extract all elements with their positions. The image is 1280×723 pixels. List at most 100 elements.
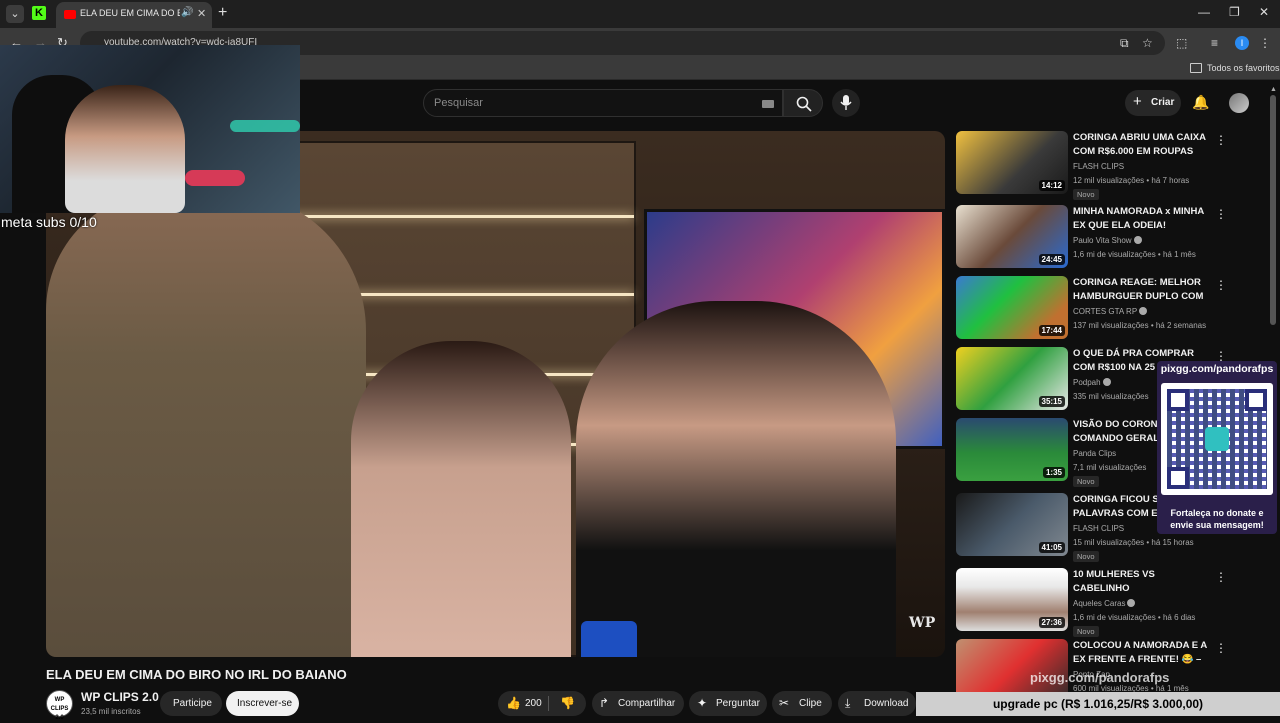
- donation-overlay: pixgg.com/pandorafps Fortaleça no donate…: [1157, 361, 1277, 534]
- video-thumbnail[interactable]: 1:35: [956, 418, 1068, 481]
- video-thumbnail[interactable]: 35:15: [956, 347, 1068, 410]
- more-options-icon[interactable]: ⋮: [1215, 641, 1227, 655]
- duration-badge: 41:05: [1038, 542, 1065, 553]
- recommendation-channel[interactable]: Panda Clips: [1073, 449, 1116, 458]
- like-icon[interactable]: 👍: [506, 696, 521, 710]
- minimize-icon[interactable]: —: [1198, 5, 1210, 19]
- video-thumbnail[interactable]: 41:05: [956, 493, 1068, 556]
- video-thumbnail[interactable]: 14:12: [956, 131, 1068, 194]
- streamer-webcam-overlay: [0, 45, 300, 213]
- share-label: Compartilhar: [618, 698, 676, 709]
- recommendation-channel[interactable]: Aqueles Caras: [1073, 599, 1136, 608]
- qr-code: [1161, 383, 1273, 495]
- qr-corner: [1167, 389, 1189, 411]
- window-close-icon[interactable]: ✕: [1259, 5, 1269, 19]
- donation-goal-bar: upgrade pc (R$ 1.016,25/R$ 3.000,00): [916, 692, 1280, 716]
- search-input[interactable]: Pesquisar: [423, 89, 783, 117]
- recommendation-title[interactable]: COLOCOU A NAMORADA E A EX FRENTE A FRENT…: [1073, 639, 1213, 667]
- duration-badge: 1:35: [1042, 467, 1065, 478]
- browser-menu-icon[interactable]: ⋮: [1259, 36, 1271, 50]
- download-button[interactable]: ⤓ Download: [838, 691, 916, 716]
- profile-avatar[interactable]: I: [1235, 36, 1249, 50]
- search-button[interactable]: [783, 89, 823, 117]
- tab-search-icon[interactable]: ⌄: [6, 5, 24, 23]
- create-button[interactable]: + Criar: [1125, 90, 1181, 116]
- channel-subscribers: 23,5 mil inscritos: [81, 707, 141, 716]
- more-options-icon[interactable]: ⋮: [1215, 133, 1227, 147]
- plus-icon: +: [1133, 93, 1142, 110]
- sidebar-scrollbar[interactable]: [1270, 95, 1276, 325]
- active-tab[interactable]: ELA DEU EM CIMA DO BIRO 🔊 ✕: [56, 2, 212, 28]
- video-frame-person-left: [46, 191, 366, 657]
- extensions-icon[interactable]: ⬚: [1176, 36, 1187, 50]
- notifications-bell-icon[interactable]: 🔔: [1192, 94, 1209, 111]
- more-options-icon[interactable]: ⋮: [1215, 570, 1227, 584]
- verified-icon: [1102, 378, 1111, 386]
- subscribe-button[interactable]: Inscrever-se: [226, 691, 299, 716]
- download-label: Download: [864, 698, 909, 709]
- create-label: Criar: [1151, 97, 1175, 108]
- video-title: ELA DEU EM CIMA DO BIRO NO IRL DO BAIANO: [46, 667, 347, 682]
- ask-button[interactable]: ✦ Perguntar: [689, 691, 767, 716]
- search-icon: [796, 96, 812, 112]
- account-avatar[interactable]: [1229, 93, 1249, 113]
- donation-message: Fortaleça no donate e envie sua mensagem…: [1170, 508, 1264, 530]
- subscribe-label: Inscrever-se: [237, 698, 293, 709]
- duration-badge: 14:12: [1038, 180, 1065, 191]
- like-dislike-group: 👍 200 👎: [498, 691, 586, 716]
- recommendation-item[interactable]: 17:44 CORINGA REAGE: MELHOR HAMBURGUER D…: [956, 276, 1256, 342]
- recommendation-item[interactable]: 14:12 CORINGA ABRIU UMA CAIXA COM R$6.00…: [956, 131, 1256, 200]
- recommendation-channel[interactable]: Paulo Vita Show: [1073, 236, 1142, 245]
- like-divider: [548, 696, 549, 711]
- all-bookmarks-link[interactable]: Todos os favoritos: [1207, 63, 1280, 73]
- share-button[interactable]: ↱ Compartilhar: [592, 691, 684, 716]
- more-options-icon[interactable]: ⋮: [1215, 207, 1227, 221]
- recommendation-title[interactable]: CORINGA ABRIU UMA CAIXA COM R$6.000 EM R…: [1073, 131, 1213, 159]
- like-count[interactable]: 200: [525, 698, 542, 709]
- video-thumbnail[interactable]: 24:45: [956, 205, 1068, 268]
- speaker-icon[interactable]: 🔊: [181, 7, 193, 18]
- recommendation-title[interactable]: 10 MULHERES VS CABELINHO: [1073, 568, 1213, 596]
- recommendation-channel[interactable]: Podpah: [1073, 378, 1111, 387]
- join-button[interactable]: Participe: [160, 691, 222, 716]
- restore-icon[interactable]: ❐: [1229, 5, 1240, 19]
- recommendation-item[interactable]: 24:45 MINHA NAMORADA x MINHA EX QUE ELA …: [956, 205, 1256, 271]
- subscriber-goal-text: meta subs 0/10: [1, 214, 97, 230]
- new-tab-icon[interactable]: +: [218, 4, 227, 22]
- search-placeholder: Pesquisar: [434, 97, 483, 109]
- channel-avatar[interactable]: WP CLIPS 2.0: [46, 690, 73, 721]
- channel-name-text: Paulo Vita Show: [1073, 236, 1132, 245]
- dislike-icon[interactable]: 👎: [560, 696, 575, 710]
- clip-button[interactable]: ✂ Clipe: [772, 691, 832, 716]
- bookmark-star-icon[interactable]: ☆: [1142, 36, 1153, 50]
- recommendation-title[interactable]: CORINGA REAGE: MELHOR HAMBURGUER DUPLO C…: [1073, 276, 1213, 304]
- recommendation-item[interactable]: 27:36 10 MULHERES VS CABELINHO Aqueles C…: [956, 568, 1256, 637]
- recommendation-meta: 7,1 mil visualizações: [1073, 463, 1147, 472]
- recommendation-channel[interactable]: CORTES GTA RP: [1073, 307, 1148, 316]
- channel-name[interactable]: WP CLIPS 2.0: [81, 690, 159, 704]
- media-control-icon[interactable]: ≡: [1211, 36, 1218, 50]
- new-badge: Novo: [1073, 551, 1099, 562]
- recommendation-meta: 335 mil visualizações: [1073, 392, 1149, 401]
- folder-icon: [1190, 63, 1202, 73]
- webcam-streamer: [65, 85, 185, 213]
- new-badge: Novo: [1073, 189, 1099, 200]
- recommendation-title[interactable]: MINHA NAMORADA x MINHA EX QUE ELA ODEIA!: [1073, 205, 1213, 233]
- voice-search-button[interactable]: [832, 89, 860, 117]
- tab-close-icon[interactable]: ✕: [197, 7, 206, 20]
- recommendation-channel[interactable]: FLASH CLIPS: [1073, 524, 1124, 533]
- more-options-icon[interactable]: ⋮: [1215, 278, 1227, 292]
- keyboard-icon[interactable]: [762, 100, 774, 108]
- recommendation-channel[interactable]: FLASH CLIPS: [1073, 162, 1124, 171]
- share-icon: ↱: [599, 696, 610, 710]
- qr-corner: [1167, 467, 1189, 489]
- browser-tab-strip: ⌄ K ELA DEU EM CIMA DO BIRO 🔊 ✕ + — ❐ ✕: [0, 0, 1280, 28]
- channel-name-text: CORTES GTA RP: [1073, 307, 1138, 316]
- video-watermark: WP: [909, 615, 936, 631]
- cast-icon[interactable]: ⧉: [1120, 36, 1129, 51]
- video-thumbnail[interactable]: 27:36: [956, 568, 1068, 631]
- channel-name-text: Aqueles Caras: [1073, 599, 1126, 608]
- kick-tab-icon[interactable]: K: [32, 6, 46, 20]
- video-thumbnail[interactable]: 17:44: [956, 276, 1068, 339]
- scroll-up-icon[interactable]: ▲: [1270, 86, 1277, 93]
